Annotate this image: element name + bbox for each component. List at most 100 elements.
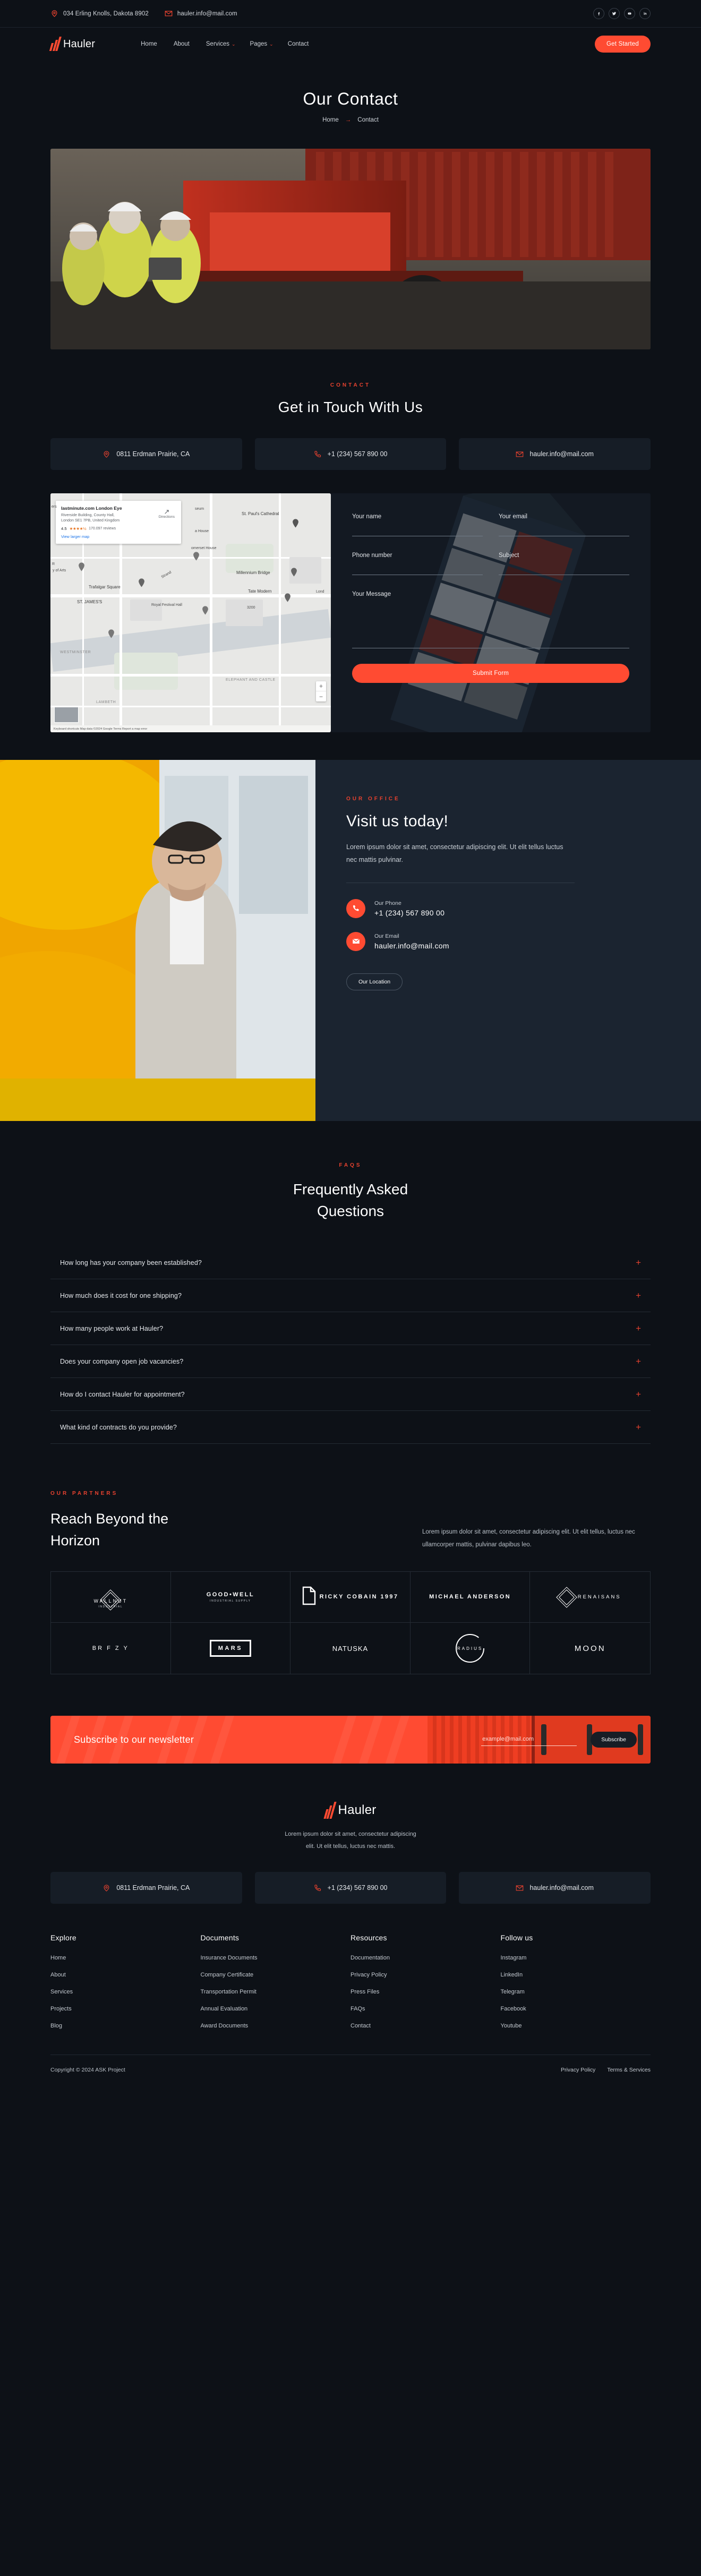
footer-link[interactable]: Youtube [501, 2023, 651, 2029]
footer-link[interactable]: Privacy Policy [350, 1972, 501, 1978]
your-message-textarea[interactable] [352, 602, 629, 648]
footer-brand-logo[interactable]: Hauler [50, 1802, 651, 1819]
footer-link[interactable]: Insurance Documents [201, 1955, 351, 1961]
nav-item-home[interactable]: Home [141, 41, 159, 47]
chevron-down-icon: ⌄ [231, 41, 236, 47]
facebook-icon[interactable] [593, 8, 604, 19]
footer-link[interactable]: LinkedIn [501, 1972, 651, 1978]
footer-link[interactable]: Facebook [501, 2006, 651, 2012]
partner-logo-moon[interactable]: MOON [530, 1623, 650, 1674]
footer-link[interactable]: About [50, 1972, 201, 1978]
partners-title-line1: Reach Beyond the [50, 1511, 169, 1527]
faq-item[interactable]: How long has your company been establish… [50, 1246, 651, 1280]
map-zoom-controls[interactable]: + − [316, 681, 326, 701]
plus-icon[interactable]: + [636, 1390, 641, 1399]
map-street-view-thumbnail[interactable] [54, 707, 79, 723]
linkedin-icon[interactable] [639, 8, 651, 19]
contact-card-address[interactable]: 0811 Erdman Prairie, CA [50, 438, 242, 470]
faq-question: How do I contact Hauler for appointment? [60, 1390, 185, 1398]
partner-logo-name: RICKY COBAIN 1997 [319, 1593, 399, 1600]
plus-icon[interactable]: + [636, 1291, 641, 1300]
partner-logo-mars[interactable]: MARS [171, 1623, 291, 1674]
our-location-button[interactable]: Our Location [346, 973, 403, 990]
footer-link[interactable]: Services [50, 1989, 201, 1995]
footer-link[interactable]: Documentation [350, 1955, 501, 1961]
subscribe-button[interactable]: Subscribe [591, 1732, 637, 1748]
youtube-icon[interactable] [624, 8, 635, 19]
breadcrumb-home[interactable]: Home [322, 117, 339, 123]
plus-icon[interactable]: + [636, 1357, 641, 1366]
footer-link[interactable]: Home [50, 1955, 201, 1961]
contact-card-phone[interactable]: +1 (234) 567 890 00 [254, 438, 447, 470]
view-larger-map-link[interactable]: View larger map [61, 534, 176, 539]
footer-card-address[interactable]: 0811 Erdman Prairie, CA [50, 1872, 242, 1904]
footer-card-phone[interactable]: +1 (234) 567 890 00 [254, 1872, 447, 1904]
faq-title-line2: Questions [317, 1202, 384, 1219]
partner-logo-natuska[interactable]: NATUSKA [290, 1623, 411, 1674]
office-phone-row[interactable]: Our Phone +1 (234) 567 890 00 [346, 898, 670, 918]
nav-item-contact[interactable]: Contact [288, 41, 311, 47]
footer-link[interactable]: Press Files [350, 1989, 501, 1995]
brand-logo[interactable]: Hauler [49, 37, 95, 51]
partner-logo-ricky-cobain[interactable]: RICKY COBAIN 1997 [290, 1572, 411, 1623]
footer-link[interactable]: Contact [350, 2023, 501, 2029]
faq-item[interactable]: What kind of contracts do you provide? + [50, 1411, 651, 1444]
star-rating-icon: ★★★★½ [69, 526, 87, 531]
partner-logo-name: BR F Z Y [92, 1645, 129, 1652]
partner-logo-michael-anderson[interactable]: MICHAEL ANDERSON [410, 1572, 531, 1623]
footer-link[interactable]: Transportation Permit [201, 1989, 351, 1995]
partner-logo-renaisans[interactable]: RENAISANS [530, 1572, 650, 1623]
footer-link[interactable]: Projects [50, 2006, 201, 2012]
nav-item-pages[interactable]: Pages ⌄ [250, 41, 273, 47]
map-pin-icon [138, 578, 145, 587]
footer-link[interactable]: FAQs [350, 2006, 501, 2012]
office-email-row[interactable]: Our Email hauler.info@mail.com [346, 931, 670, 951]
subject-input[interactable] [499, 563, 629, 575]
map-directions-button[interactable]: ↗ Directions [159, 508, 175, 519]
partner-logo-goodwell[interactable]: GOOD•WELL INDUSTRIAL SUPPLY [170, 1572, 291, 1623]
faq-item[interactable]: How do I contact Hauler for appointment?… [50, 1378, 651, 1411]
faq-item[interactable]: How much does it cost for one shipping? … [50, 1279, 651, 1313]
plus-icon[interactable]: + [636, 1258, 641, 1267]
faq-item[interactable]: Does your company open job vacancies? + [50, 1345, 651, 1379]
page-title: Our Contact [303, 89, 398, 108]
plus-icon[interactable]: + [636, 1324, 641, 1333]
footer-link[interactable]: Blog [50, 2023, 201, 2029]
phone-icon [346, 898, 365, 918]
map-zoom-out-button[interactable]: − [316, 691, 326, 701]
terms-services-link[interactable]: Terms & Services [607, 2067, 651, 2073]
faq-item[interactable]: How many people work at Hauler? + [50, 1312, 651, 1346]
get-started-button[interactable]: Get Started [594, 36, 651, 53]
phone-number-input[interactable] [352, 563, 483, 575]
nav-item-services[interactable]: Services ⌄ [206, 41, 236, 47]
twitter-icon[interactable] [609, 8, 620, 19]
map-attribution-text: Keyboard shortcuts Map data ©2024 Google… [54, 727, 148, 731]
map-road [210, 493, 212, 732]
footer-card-email[interactable]: hauler.info@mail.com [459, 1872, 651, 1904]
nav-item-about[interactable]: About [174, 41, 192, 47]
map-road [50, 674, 331, 677]
map-directions-label: Directions [158, 515, 175, 519]
your-name-input[interactable] [352, 524, 483, 536]
partner-logo-radius[interactable]: RADIUS [411, 1623, 531, 1674]
footer-link[interactable]: Telegram [501, 1989, 651, 1995]
footer-link[interactable]: Award Documents [201, 2023, 351, 2029]
contact-card-email[interactable]: hauler.info@mail.com [459, 438, 651, 470]
map-pin-icon [292, 519, 299, 528]
map-pin-icon [290, 568, 297, 577]
partner-logo-breezy[interactable]: BR F Z Y [51, 1623, 171, 1674]
partners-eyebrow: OUR PARTNERS [50, 1491, 118, 1497]
newsletter-email-input[interactable] [481, 1733, 577, 1746]
your-email-input[interactable] [499, 524, 629, 536]
plus-icon[interactable]: + [636, 1423, 641, 1432]
footer-link[interactable]: Instagram [501, 1955, 651, 1961]
footer-link[interactable]: Company Certificate [201, 1972, 351, 1978]
topbar-email[interactable]: hauler.info@mail.com [165, 10, 237, 18]
partner-logo-wallnut[interactable]: WALLNUT INDUSTRIAL [51, 1572, 171, 1623]
map-zoom-in-button[interactable]: + [316, 681, 326, 691]
location-map[interactable]: lastminute.com London Eye Riverside Buil… [50, 493, 331, 732]
footer-link[interactable]: Annual Evaluation [201, 2006, 351, 2012]
submit-form-button[interactable]: Submit Form [352, 664, 629, 683]
privacy-policy-link[interactable]: Privacy Policy [561, 2067, 595, 2073]
partner-logo-name: MICHAEL ANDERSON [429, 1593, 511, 1600]
